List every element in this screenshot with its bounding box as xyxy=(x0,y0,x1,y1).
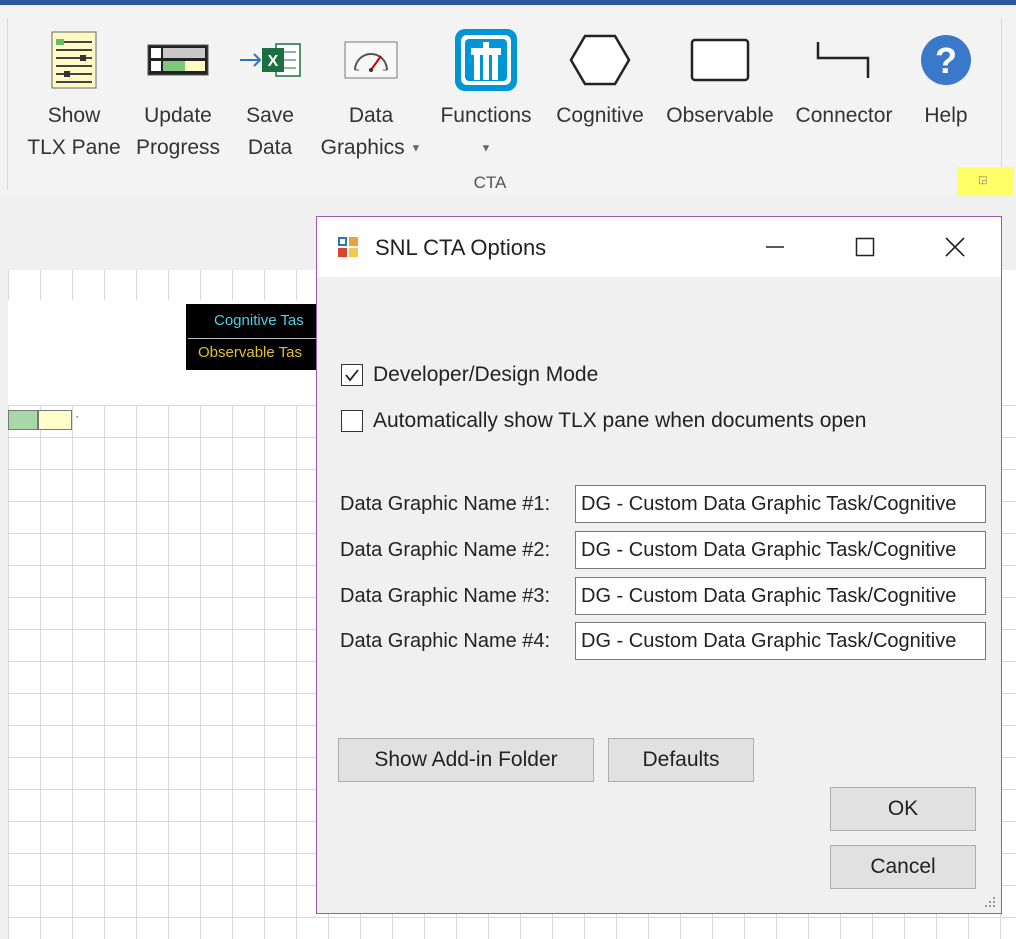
functions-label: Functions xyxy=(440,104,532,127)
help-button[interactable]: ? Help xyxy=(914,20,978,160)
maximize-button[interactable] xyxy=(837,217,893,277)
minimize-button[interactable] xyxy=(747,217,803,277)
close-button[interactable] xyxy=(927,217,983,277)
rectangle-icon xyxy=(690,38,750,82)
cancel-button[interactable]: Cancel xyxy=(830,845,976,889)
resize-grip-icon[interactable] xyxy=(983,895,997,909)
legend-box[interactable]: Cognitive Tas Observable Tas xyxy=(186,304,326,370)
developer-mode-checkbox-row[interactable]: Developer/Design Mode xyxy=(341,362,598,388)
ribbon-group-label: CTA xyxy=(473,173,507,192)
data-graphic-name-2-field[interactable] xyxy=(575,531,986,569)
minimize-icon xyxy=(766,246,784,248)
data-graphic-name-1-label: Data Graphic Name #1: xyxy=(340,493,551,515)
ok-button[interactable]: OK xyxy=(830,787,976,831)
show-tlx-label-1: Show xyxy=(47,104,101,127)
gauge-icon xyxy=(344,41,398,79)
dropdown-arrow-icon: ▼ xyxy=(410,142,422,155)
connector-label: Connector xyxy=(795,104,893,127)
data-graphics-button[interactable]: Data Graphics ▼ xyxy=(314,20,428,160)
dialog-titlebar[interactable]: SNL CTA Options xyxy=(317,217,1001,277)
legend-cognitive-task: Cognitive Tas xyxy=(214,312,304,329)
data-graphics-label-1: Data xyxy=(348,104,394,127)
save-data-button[interactable]: X Save Data xyxy=(236,20,304,160)
dialog-launcher-icon[interactable]: ◲ xyxy=(978,176,988,186)
data-graphic-name-1-field[interactable] xyxy=(575,485,986,523)
save-data-label-2: Data xyxy=(247,136,293,159)
cognitive-label: Cognitive xyxy=(556,104,644,127)
progress-bar-icon xyxy=(147,44,209,76)
observable-label: Observable xyxy=(666,104,774,127)
save-data-label-1: Save xyxy=(246,104,294,127)
data-graphic-name-4-label: Data Graphic Name #4: xyxy=(340,630,551,652)
app-icon xyxy=(338,237,358,257)
dropdown-arrow-icon: ▼ xyxy=(480,142,492,155)
update-progress-label-2: Progress xyxy=(135,136,221,159)
data-graphics-label-2: Graphics xyxy=(320,136,405,159)
ribbon-divider xyxy=(7,18,8,190)
connector-button[interactable]: Connector xyxy=(786,20,902,160)
auto-show-tlx-checkbox[interactable] xyxy=(341,410,363,432)
excel-export-icon: X xyxy=(240,43,301,77)
connector-icon xyxy=(816,42,870,78)
functions-button[interactable]: Functions ▼ xyxy=(432,20,540,160)
legend-divider xyxy=(188,338,324,339)
update-progress-button[interactable]: Update Progress xyxy=(130,20,226,160)
ribbon: Show TLX Pane Update Progress X Save Dat… xyxy=(0,5,1016,196)
auto-show-tlx-label: Automatically show TLX pane when documen… xyxy=(373,409,867,432)
developer-mode-label: Developer/Design Mode xyxy=(373,363,599,386)
tlx-pane-icon xyxy=(51,31,97,89)
observable-shape-button[interactable]: Observable xyxy=(656,20,784,160)
data-graphic-name-4-field[interactable] xyxy=(575,622,986,660)
data-graphic-name-2-label: Data Graphic Name #2: xyxy=(340,539,551,561)
functions-logo-icon xyxy=(455,29,517,91)
dialog-title: SNL CTA Options xyxy=(375,235,547,260)
auto-show-tlx-checkbox-row[interactable]: Automatically show TLX pane when documen… xyxy=(341,408,866,434)
hexagon-icon xyxy=(569,34,631,86)
help-label: Help xyxy=(924,104,968,127)
close-icon xyxy=(945,237,965,257)
ribbon-divider xyxy=(1001,18,1002,190)
legend-observable-task: Observable Tas xyxy=(198,344,302,361)
svg-text:?: ? xyxy=(935,40,957,81)
progress-bar-label: ▪ xyxy=(76,414,79,421)
options-dialog: SNL CTA Options Developer/Design Mode Au… xyxy=(316,216,1002,914)
update-progress-label-1: Update xyxy=(144,104,212,127)
developer-mode-checkbox[interactable] xyxy=(341,364,363,386)
data-graphic-name-3-field[interactable] xyxy=(575,577,986,615)
cognitive-shape-button[interactable]: Cognitive xyxy=(546,20,654,160)
defaults-button[interactable]: Defaults xyxy=(608,738,754,782)
help-icon: ? xyxy=(921,35,971,85)
show-addin-folder-button[interactable]: Show Add-in Folder xyxy=(338,738,594,782)
progress-bar-segment xyxy=(38,410,72,430)
show-tlx-label-2: TLX Pane xyxy=(27,136,121,159)
show-tlx-pane-button[interactable]: Show TLX Pane xyxy=(24,20,124,160)
svg-text:X: X xyxy=(268,53,279,70)
maximize-icon xyxy=(855,237,875,257)
progress-bar-segment xyxy=(8,410,38,430)
data-graphic-name-3-label: Data Graphic Name #3: xyxy=(340,585,551,607)
checkmark-icon xyxy=(345,369,359,382)
